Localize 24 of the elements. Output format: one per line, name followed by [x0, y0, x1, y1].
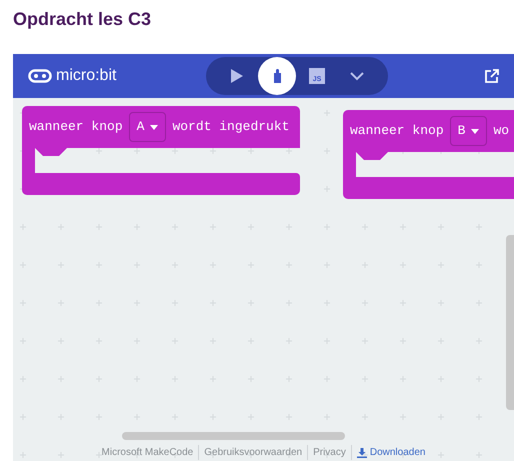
footer-link[interactable]: Microsoft MakeCode	[102, 445, 194, 460]
page-title: Opdracht les C3	[13, 8, 152, 31]
block-label: wordt ingedrukt	[172, 118, 290, 136]
play-icon	[231, 69, 243, 83]
caret-icon	[471, 128, 480, 134]
button-dropdown[interactable]: B	[450, 116, 488, 146]
vertical-scrollbar[interactable]	[506, 235, 514, 410]
chevron-down-icon	[350, 72, 364, 80]
download-link[interactable]: Downloaden	[350, 445, 426, 460]
horizontal-scrollbar[interactable]	[122, 432, 345, 440]
caret-icon	[150, 124, 158, 130]
download-icon	[356, 448, 367, 458]
brand-name: micro:bit	[56, 66, 116, 86]
block-label: wanneer knop	[29, 118, 123, 136]
footer-link[interactable]: Privacy	[307, 445, 346, 460]
mode-tab[interactable]	[258, 57, 296, 95]
block-notch	[356, 152, 388, 160]
block-notch	[35, 148, 67, 156]
robot-face-icon	[28, 69, 52, 83]
button-dropdown[interactable]: A	[128, 112, 166, 142]
external-link-icon[interactable]	[485, 69, 499, 83]
block-label: wo	[493, 122, 510, 140]
block-label: wanneer knop	[350, 122, 444, 140]
footer-link[interactable]: Gebruiksvoorwaarden	[198, 445, 302, 460]
